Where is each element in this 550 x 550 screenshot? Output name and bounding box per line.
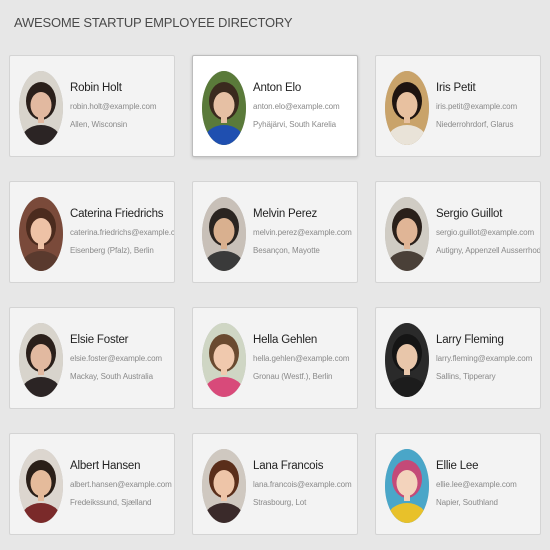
employee-name: Robin Holt — [70, 82, 122, 94]
avatar-photo-icon — [202, 71, 246, 145]
employee-card[interactable]: Lana Francois lana.francois@example.com St… — [192, 433, 358, 535]
employee-name: Lana Francois — [253, 460, 324, 472]
employee-name: Larry Fleming — [436, 334, 504, 346]
employee-card[interactable]: Melvin Perez melvin.perez@example.com Besa… — [192, 181, 358, 283]
avatar-photo-icon — [385, 71, 429, 145]
employee-name: Hella Gehlen — [253, 334, 318, 346]
avatar — [19, 71, 63, 145]
employee-info: Larry Fleming larry.fleming@example.com Sa… — [436, 332, 540, 382]
employee-card[interactable]: Hella Gehlen hella.gehlen@example.com Gron… — [192, 307, 358, 409]
employee-email: melvin.perez@example.com — [253, 228, 352, 237]
avatar-photo-icon — [19, 71, 63, 145]
employee-info: Albert Hansen albert.hansen@example.com Fr… — [70, 458, 174, 508]
employee-email: caterina.friedrichs@example.com — [70, 228, 175, 237]
employee-email: larry.fleming@example.com — [436, 354, 533, 363]
employee-email: albert.hansen@example.com — [70, 480, 172, 489]
avatar — [385, 71, 429, 145]
employee-grid: Robin Holt robin.holt@example.com Allen, W… — [9, 55, 543, 535]
employee-location: Fredeikssund, Sjælland — [70, 498, 152, 507]
avatar-photo-icon — [202, 197, 246, 271]
employee-card[interactable]: Elsie Foster elsie.foster@example.com Mack… — [9, 307, 175, 409]
avatar — [19, 197, 63, 271]
employee-email: anton.elo@example.com — [253, 102, 340, 111]
employee-name: Elsie Foster — [70, 334, 129, 346]
employee-location: Autigny, Appenzell Ausserrhoden — [436, 246, 541, 255]
employee-card[interactable]: Larry Fleming larry.fleming@example.com Sa… — [375, 307, 541, 409]
employee-card[interactable]: Anton Elo anton.elo@example.com Pyhäjärvi,… — [192, 55, 358, 157]
employee-email: lana.francois@example.com — [253, 480, 352, 489]
employee-card[interactable]: Caterina Friedrichs caterina.friedrichs@e… — [9, 181, 175, 283]
employee-location: Besançon, Mayotte — [253, 246, 320, 255]
employee-location: Gronau (Westf.), Berlin — [253, 372, 333, 381]
employee-location: Niederrohrdorf, Glarus — [436, 120, 514, 129]
employee-card[interactable]: Albert Hansen albert.hansen@example.com Fr… — [9, 433, 175, 535]
avatar — [19, 323, 63, 397]
employee-info: Caterina Friedrichs caterina.friedrichs@e… — [70, 206, 174, 256]
avatar — [202, 71, 246, 145]
avatar-photo-icon — [202, 449, 246, 523]
avatar — [202, 197, 246, 271]
employee-name: Caterina Friedrichs — [70, 208, 164, 220]
avatar — [385, 197, 429, 271]
employee-location: Mackay, South Australia — [70, 372, 153, 381]
avatar-photo-icon — [19, 449, 63, 523]
employee-email: elsie.foster@example.com — [70, 354, 162, 363]
employee-card[interactable]: Sergio Guillot sergio.guillot@example.com… — [375, 181, 541, 283]
employee-email: iris.petit@example.com — [436, 102, 518, 111]
avatar-photo-icon — [19, 197, 63, 271]
employee-location: Napier, Southland — [436, 498, 498, 507]
avatar — [385, 323, 429, 397]
employee-name: Ellie Lee — [436, 460, 479, 472]
employee-name: Melvin Perez — [253, 208, 318, 220]
employee-location: Allen, Wisconsin — [70, 120, 128, 129]
employee-info: Ellie Lee ellie.lee@example.com Napier, So… — [436, 458, 540, 508]
employee-name: Sergio Guillot — [436, 208, 503, 220]
page-title: AWESOME STARTUP EMPLOYEE DIRECTORY — [14, 15, 293, 30]
employee-card[interactable]: Robin Holt robin.holt@example.com Allen, W… — [9, 55, 175, 157]
avatar-photo-icon — [385, 323, 429, 397]
avatar — [202, 449, 246, 523]
avatar-photo-icon — [385, 197, 429, 271]
employee-email: robin.holt@example.com — [70, 102, 157, 111]
avatar-photo-icon — [202, 323, 246, 397]
employee-info: Lana Francois lana.francois@example.com St… — [253, 458, 357, 508]
employee-email: sergio.guillot@example.com — [436, 228, 535, 237]
employee-location: Eisenberg (Pfalz), Berlin — [70, 246, 154, 255]
avatar — [385, 449, 429, 523]
avatar-photo-icon — [19, 323, 63, 397]
employee-info: Hella Gehlen hella.gehlen@example.com Gron… — [253, 332, 357, 382]
employee-info: Elsie Foster elsie.foster@example.com Mack… — [70, 332, 174, 382]
employee-email: ellie.lee@example.com — [436, 480, 517, 489]
employee-location: Pyhäjärvi, South Karelia — [253, 120, 336, 129]
employee-info: Anton Elo anton.elo@example.com Pyhäjärvi,… — [253, 80, 357, 130]
employee-info: Robin Holt robin.holt@example.com Allen, W… — [70, 80, 174, 130]
employee-location: Strasbourg, Lot — [253, 498, 307, 507]
employee-card[interactable]: Iris Petit iris.petit@example.com Niederro… — [375, 55, 541, 157]
employee-email: hella.gehlen@example.com — [253, 354, 350, 363]
employee-location: Sallins, Tipperary — [436, 372, 496, 381]
avatar — [202, 323, 246, 397]
avatar — [19, 449, 63, 523]
employee-info: Iris Petit iris.petit@example.com Niederro… — [436, 80, 540, 130]
employee-card[interactable]: Ellie Lee ellie.lee@example.com Napier, So… — [375, 433, 541, 535]
employee-name: Iris Petit — [436, 82, 476, 94]
employee-info: Melvin Perez melvin.perez@example.com Besa… — [253, 206, 357, 256]
employee-info: Sergio Guillot sergio.guillot@example.com… — [436, 206, 540, 256]
employee-name: Albert Hansen — [70, 460, 141, 472]
employee-name: Anton Elo — [253, 82, 302, 94]
avatar-photo-icon — [385, 449, 429, 523]
